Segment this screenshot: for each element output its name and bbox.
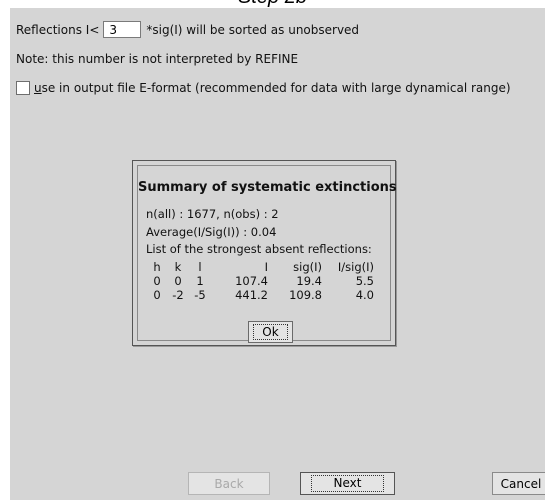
- eformat-mnemonic: u: [34, 81, 42, 95]
- eformat-checkbox[interactable]: [16, 81, 30, 95]
- cell-k: 0: [174, 274, 182, 288]
- cell-ratio: 4.0: [355, 288, 374, 302]
- col-k-header: k: [174, 260, 182, 274]
- cell-l: -5: [194, 288, 206, 302]
- col-h-header: h: [153, 260, 161, 274]
- cell-sig: 19.4: [296, 274, 322, 288]
- threshold-row: Reflections I< *sig(I) will be sorted as…: [16, 21, 359, 38]
- col-l-header: l: [198, 260, 202, 274]
- reflections-prefix-label: Reflections I<: [16, 22, 100, 37]
- refine-note: Note: this number is not interpreted by …: [16, 52, 299, 66]
- col-ratio-header: I/sig(I): [337, 260, 374, 274]
- average-line: Average(I/Sig(I)) : 0.04: [146, 225, 277, 239]
- step-title: Step 2b: [0, 0, 545, 8]
- extinctions-summary-dialog: Summary of systematic extinctions n(all)…: [132, 160, 397, 346]
- col-i-header: I: [264, 260, 268, 274]
- table-header: h k l I sig(I) I/sig(I): [146, 260, 374, 274]
- back-button[interactable]: Back: [188, 472, 270, 495]
- dialog-title: Summary of systematic extinctions: [138, 180, 397, 195]
- n-all-obs-line: n(all) : 1677, n(obs) : 2: [146, 207, 279, 221]
- ok-button[interactable]: Ok: [248, 321, 293, 343]
- strongest-list-line: List of the strongest absent reflections…: [146, 242, 372, 256]
- cell-sig: 109.8: [289, 288, 322, 302]
- next-label: Next: [310, 475, 385, 492]
- cell-k: -2: [172, 288, 184, 302]
- col-sig-header: sig(I): [293, 260, 322, 274]
- cell-ratio: 5.5: [355, 274, 374, 288]
- table-row: 0 0 1 107.4 19.4 5.5: [146, 274, 374, 288]
- cancel-button[interactable]: Cancel: [492, 472, 545, 495]
- cell-h: 0: [153, 288, 161, 302]
- eformat-label-text: se in output file E-format (recommended …: [41, 81, 511, 95]
- cell-h: 0: [153, 274, 161, 288]
- cell-l: 1: [196, 274, 204, 288]
- wizard-panel: Reflections I< *sig(I) will be sorted as…: [10, 8, 545, 500]
- sigma-threshold-input[interactable]: [103, 21, 142, 38]
- reflections-suffix-label: *sig(I) will be sorted as unobserved: [146, 22, 360, 37]
- eformat-label: use in output file E-format (recommended…: [34, 81, 511, 95]
- ok-label: Ok: [253, 324, 288, 340]
- cell-i: 441.2: [235, 288, 268, 302]
- absent-reflections-table: h k l I sig(I) I/sig(I) 0 0 1 107.4 19.4…: [146, 260, 374, 302]
- table-row: 0 -2 -5 441.2 109.8 4.0: [146, 288, 374, 302]
- cell-i: 107.4: [235, 274, 268, 288]
- next-button[interactable]: Next: [300, 472, 395, 495]
- dialog-frame: Summary of systematic extinctions n(all)…: [137, 165, 397, 343]
- eformat-option[interactable]: use in output file E-format (recommended…: [16, 81, 511, 95]
